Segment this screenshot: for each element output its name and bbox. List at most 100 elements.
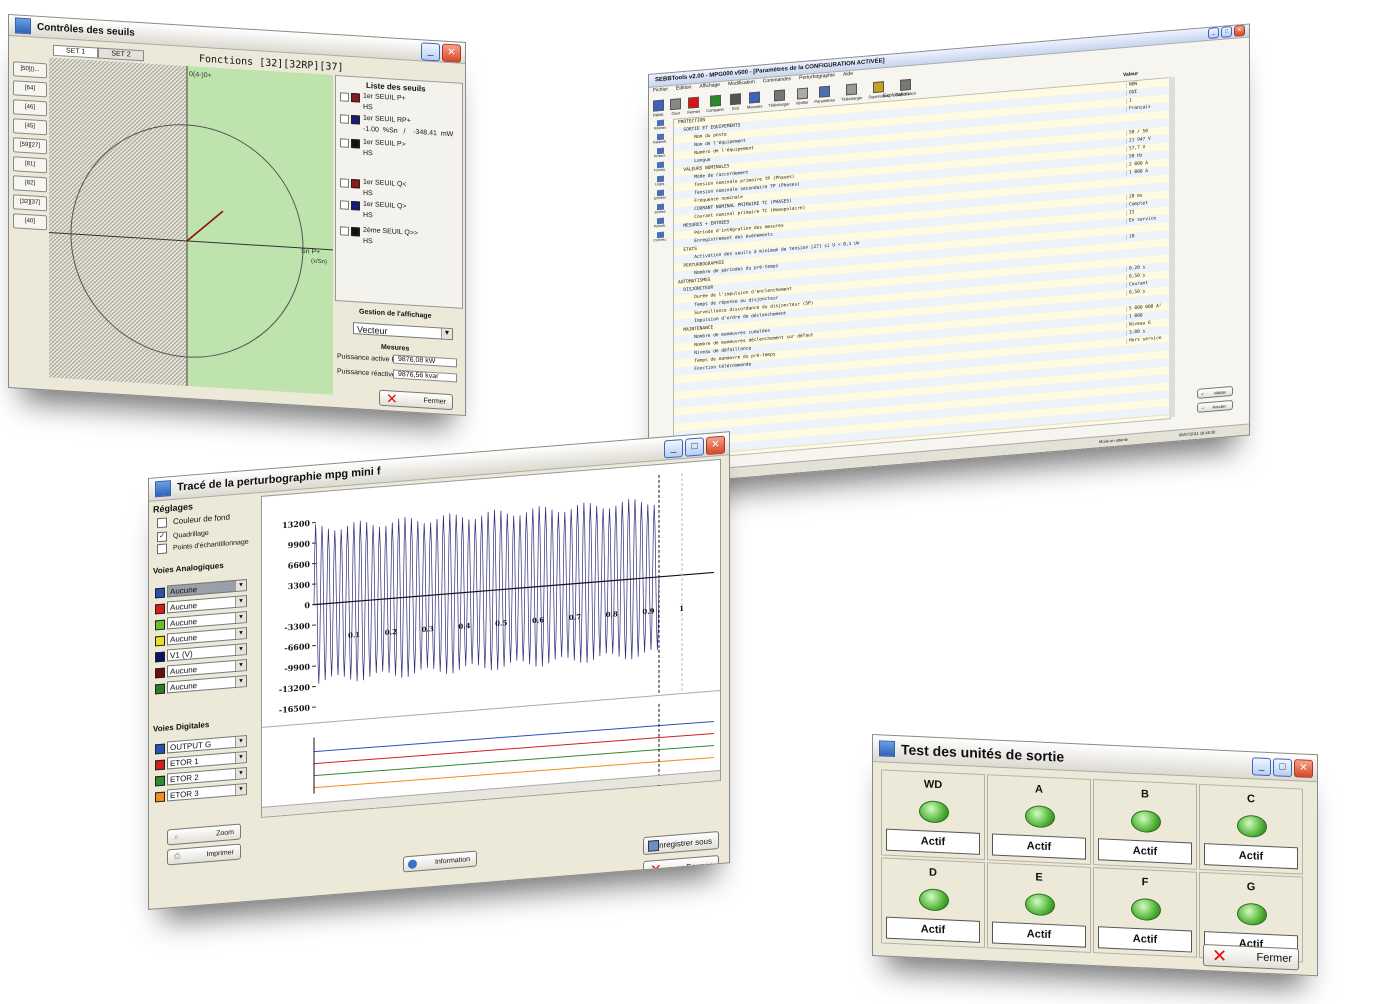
valider-button[interactable]: ✔ Valider bbox=[1197, 385, 1233, 399]
function-button[interactable]: [32][37] bbox=[13, 194, 47, 212]
side-tab[interactable]: Fonctio. bbox=[651, 161, 669, 176]
minimize-icon[interactable]: _ bbox=[1252, 757, 1271, 777]
close-icon[interactable]: ✕ bbox=[442, 43, 461, 63]
digital-channel-select[interactable]: ETOR 2 ▼ bbox=[167, 767, 247, 786]
function-button[interactable]: [50]()... bbox=[13, 61, 47, 79]
param-value: 57,7 V bbox=[1126, 145, 1146, 152]
toolbar-button[interactable]: Vérifier bbox=[796, 87, 808, 106]
seuil-checkbox[interactable] bbox=[340, 92, 349, 102]
enregistrer-button[interactable]: Enregistrer sous bbox=[643, 831, 719, 856]
checkbox[interactable] bbox=[157, 543, 167, 555]
analog-channel-select[interactable]: Aucune ▼ bbox=[167, 595, 247, 614]
minimize-icon[interactable]: _ bbox=[421, 42, 440, 62]
actif-button[interactable]: Actif bbox=[992, 921, 1086, 948]
display-mode-select[interactable]: Vecteur ▼ bbox=[353, 322, 453, 341]
digital-channel-select[interactable]: OUTPUT G ▼ bbox=[167, 735, 247, 754]
side-tab[interactable]: Perturb. bbox=[651, 217, 669, 232]
tab-set-2[interactable]: SET 2 bbox=[98, 47, 144, 62]
toolbar-button[interactable]: Paramètres bbox=[814, 85, 835, 104]
actif-button[interactable]: Actif bbox=[1098, 838, 1192, 865]
analog-channel-select[interactable]: Aucune ▼ bbox=[167, 675, 247, 694]
side-tab[interactable]: Entrées bbox=[651, 189, 669, 204]
chevron-down-icon: ▼ bbox=[441, 328, 452, 340]
test-fermer-button[interactable]: ✕ Fermer bbox=[1203, 944, 1299, 971]
seuil-checkbox[interactable] bbox=[340, 138, 349, 148]
analog-channel-select[interactable]: Aucune ▼ bbox=[167, 611, 247, 630]
close-icon[interactable]: ✕ bbox=[706, 435, 725, 456]
toolbar-button[interactable]: Réinit. bbox=[653, 99, 664, 118]
status-led-icon bbox=[1131, 897, 1161, 922]
close-icon[interactable]: ✕ bbox=[1234, 24, 1245, 37]
tab-set-1[interactable]: SET 1 bbox=[53, 44, 99, 59]
seuil-checkbox[interactable] bbox=[340, 114, 349, 124]
checkbox-checked[interactable]: ✓ bbox=[157, 531, 167, 543]
maximize-icon[interactable]: □ bbox=[685, 437, 704, 457]
actif-button[interactable]: Actif bbox=[886, 828, 980, 855]
menu-item[interactable]: Modification bbox=[728, 79, 755, 87]
analog-color-swatch bbox=[155, 603, 165, 615]
parametres-window: SEBBTools v2.00 - MPG000 v500 - [Paramèt… bbox=[648, 23, 1250, 487]
side-tab[interactable]: Logiq. bbox=[651, 175, 669, 190]
side-tab[interactable]: Sorties bbox=[651, 203, 669, 218]
analog-channel-select[interactable]: V1 (V) ▼ bbox=[167, 643, 247, 662]
menu-item[interactable]: Commandes bbox=[763, 76, 791, 84]
p-label: Puissance active P bbox=[337, 353, 397, 364]
toolbar-button[interactable]: Mesures bbox=[747, 91, 762, 110]
zoom-button[interactable]: ⌕ Zoom bbox=[167, 823, 241, 846]
grid-scrollbar[interactable] bbox=[1169, 76, 1175, 418]
toolbar-button[interactable]: Exit bbox=[730, 93, 742, 111]
function-button[interactable]: [59][27] bbox=[13, 137, 47, 155]
seuils-fermer-button[interactable]: ✕ Fermer bbox=[379, 390, 453, 411]
seuil-checkbox[interactable] bbox=[340, 226, 349, 236]
side-tab[interactable]: Protect. bbox=[651, 147, 669, 162]
imprimer-button[interactable]: ⎙ Imprimer bbox=[167, 843, 241, 866]
toolbar-button[interactable]: Télécharger bbox=[841, 83, 862, 102]
annuler-button[interactable]: ➜ Annuler bbox=[1197, 399, 1233, 413]
function-button[interactable]: [81] bbox=[13, 156, 47, 174]
actif-button[interactable]: Actif bbox=[1098, 926, 1192, 953]
function-button[interactable]: [46] bbox=[13, 99, 47, 117]
function-button[interactable]: [64] bbox=[13, 80, 47, 98]
menu-item[interactable]: Fichier bbox=[653, 86, 668, 93]
minimize-icon[interactable]: _ bbox=[1208, 27, 1219, 39]
menu-item[interactable]: Aide bbox=[843, 71, 853, 78]
actif-button[interactable]: Actif bbox=[1204, 843, 1298, 870]
toolbar-button[interactable]: Fermer bbox=[687, 96, 700, 115]
toolbar-button[interactable]: Télécharger bbox=[768, 89, 790, 108]
information-button[interactable]: Information bbox=[403, 850, 477, 873]
analog-channel-select[interactable]: Aucune ▼ bbox=[167, 627, 247, 646]
analog-channel-select[interactable]: Aucune ▼ bbox=[167, 659, 247, 678]
maximize-icon[interactable]: □ bbox=[1273, 758, 1292, 778]
y-tick-label: 0 bbox=[304, 600, 310, 610]
function-button[interactable]: [40] bbox=[13, 213, 47, 231]
actif-button[interactable]: Actif bbox=[886, 916, 980, 943]
side-tab-label: Protect. bbox=[653, 153, 667, 159]
menu-item[interactable]: Affichage bbox=[699, 82, 720, 90]
x-tick-label: 1 bbox=[679, 604, 684, 613]
toolbar-button[interactable]: Comparer bbox=[706, 94, 724, 113]
enregistrer-label: Enregistrer sous bbox=[653, 836, 712, 850]
toolbar-icon bbox=[730, 93, 742, 106]
side-tab[interactable]: Paramèt. bbox=[651, 133, 669, 148]
parameters-grid: PROTECTION NON SORTIE ET EQUIPEMENTS OUI N… bbox=[673, 77, 1171, 461]
analog-channel-select[interactable]: Aucune ▼ bbox=[167, 579, 247, 598]
side-tab[interactable]: Commu. bbox=[651, 231, 669, 246]
toolbar-label: Télécharger bbox=[768, 101, 790, 108]
menu-item[interactable]: Édition bbox=[676, 84, 691, 91]
seuil-checkbox[interactable] bbox=[340, 178, 349, 188]
perturbo-fermer-button[interactable]: ✕ Fermer bbox=[643, 855, 719, 880]
toolbar-icon bbox=[796, 87, 808, 100]
digital-channel-select[interactable]: ETOR 3 ▼ bbox=[167, 783, 247, 802]
maximize-icon[interactable]: □ bbox=[1221, 25, 1232, 38]
function-button[interactable]: [82] bbox=[13, 175, 47, 193]
function-button[interactable]: [45] bbox=[13, 118, 47, 136]
seuil-checkbox[interactable] bbox=[340, 200, 349, 210]
checkbox[interactable] bbox=[157, 517, 167, 529]
side-tab[interactable]: Réseau bbox=[651, 119, 669, 134]
toolbar-button[interactable]: Ouvr bbox=[670, 98, 682, 116]
minimize-icon[interactable]: _ bbox=[664, 438, 683, 459]
opt-fond[interactable]: Couleur de fond bbox=[157, 512, 230, 529]
digital-channel-select[interactable]: ETOR 1 ▼ bbox=[167, 751, 247, 770]
actif-button[interactable]: Actif bbox=[992, 833, 1086, 860]
close-icon[interactable]: ✕ bbox=[1294, 759, 1313, 779]
